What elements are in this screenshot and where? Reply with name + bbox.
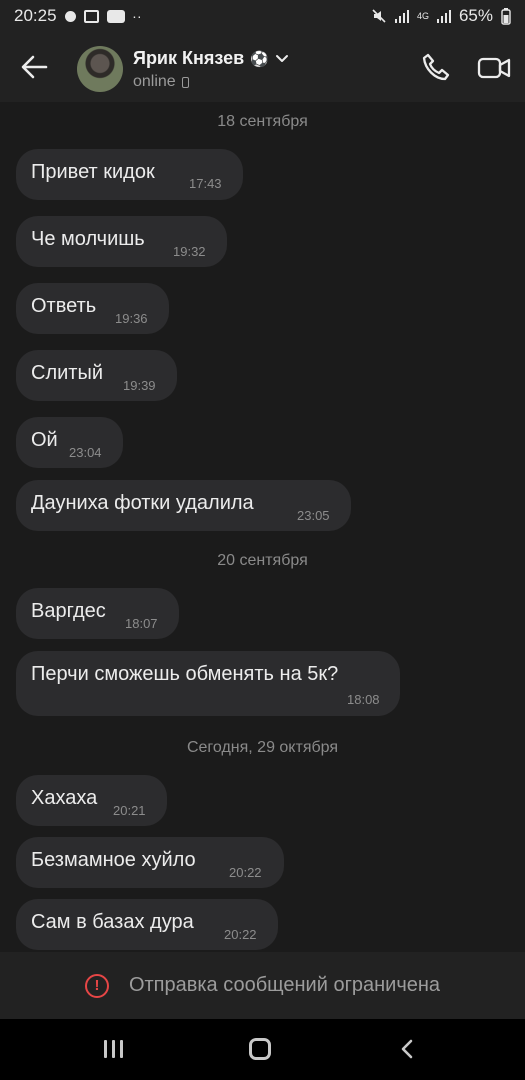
message-bubble[interactable]: Перчи сможешь обменять на 5к? 18:08 xyxy=(16,651,400,716)
message-bubble[interactable]: Ответь 19:36 xyxy=(16,283,169,334)
message-time: 20:22 xyxy=(229,865,262,880)
message-text: Ответь xyxy=(31,295,97,317)
contact-name: Ярик Князев xyxy=(133,48,245,68)
message-time: 18:08 xyxy=(347,692,380,707)
message-bubble[interactable]: Сам в базах дура 20:22 xyxy=(16,899,278,950)
avatar[interactable] xyxy=(77,46,123,92)
message-text: Ой xyxy=(31,429,58,451)
chat-header: Ярик Князев ⚽ online xyxy=(0,32,525,102)
message-text: Хахаха xyxy=(31,787,98,809)
message-time: 19:39 xyxy=(123,378,156,393)
message-bubble[interactable]: Че молчишь 19:32 xyxy=(16,216,227,267)
chat-notification-icon xyxy=(64,10,76,22)
chevron-down-icon[interactable] xyxy=(275,52,289,66)
message-time: 18:07 xyxy=(125,616,158,631)
message-bubble[interactable]: Ой 23:04 xyxy=(16,417,123,468)
message-time: 23:04 xyxy=(69,445,102,460)
contact-status: online xyxy=(133,73,189,91)
badge-icon: ⚽ xyxy=(250,50,269,68)
message-text: Перчи сможешь обменять на 5к? xyxy=(31,663,339,685)
date-separator: Сегодня, 29 октября xyxy=(186,739,339,756)
message-time: 19:32 xyxy=(173,244,206,259)
restriction-text: Отправка сообщений ограничена xyxy=(128,974,441,996)
message-bubble[interactable]: Хахаха 20:21 xyxy=(16,775,167,826)
home-icon[interactable] xyxy=(249,1038,271,1060)
network-type: 4G xyxy=(416,10,429,21)
signal-icon-2 xyxy=(436,9,451,23)
video-camera-icon[interactable] xyxy=(477,54,511,82)
message-text: Варгдес xyxy=(31,600,106,622)
message-time: 20:22 xyxy=(224,927,257,942)
messaging-restricted-bar: ! Отправка сообщений ограничена xyxy=(0,952,525,1019)
signal-icon xyxy=(394,9,409,23)
message-bubble[interactable]: Дауниха фотки удалила 23:05 xyxy=(16,480,351,531)
message-bubble[interactable]: Привет кидок 17:43 xyxy=(16,149,243,200)
message-text: Безмамное хуйло xyxy=(31,849,196,871)
contact-name-row[interactable]: Ярик Князев ⚽ xyxy=(133,48,289,69)
message-bubble[interactable]: Безмамное хуйло 20:22 xyxy=(16,837,284,888)
phone-icon[interactable] xyxy=(420,52,452,84)
message-bubble[interactable]: Слитый 19:39 xyxy=(16,350,177,401)
more-notifications-icon: .. xyxy=(132,5,143,21)
warning-icon: ! xyxy=(84,973,109,998)
message-text: Сам в базах дура xyxy=(31,911,194,933)
youtube-notification-icon xyxy=(106,9,125,23)
date-separator: 18 сентября xyxy=(217,113,308,130)
chevron-left-icon[interactable] xyxy=(399,1038,415,1060)
message-text: Слитый xyxy=(31,362,103,384)
arrow-left-icon[interactable] xyxy=(20,54,48,80)
recents-icon[interactable] xyxy=(104,1040,124,1058)
gallery-notification-icon xyxy=(83,9,99,23)
status-bar: 20:25 .. 4G 65% xyxy=(0,0,525,32)
message-time: 17:43 xyxy=(189,176,222,191)
mobile-device-icon xyxy=(181,76,189,88)
clock: 20:25 xyxy=(14,6,57,25)
message-time: 23:05 xyxy=(297,508,330,523)
mute-icon xyxy=(372,9,386,23)
message-time: 20:21 xyxy=(113,803,146,818)
message-bubble[interactable]: Варгдес 18:07 xyxy=(16,588,179,639)
battery-level: 65% xyxy=(458,6,493,25)
message-text: Че молчишь xyxy=(31,228,145,250)
message-text: Привет кидок xyxy=(31,161,155,183)
message-text: Дауниха фотки удалила xyxy=(31,492,254,514)
system-navigation-bar xyxy=(0,1019,525,1080)
message-list[interactable]: 18 сентября Привет кидок 17:43 Че молчиш… xyxy=(0,102,525,952)
battery-icon xyxy=(501,7,511,25)
status-text: online xyxy=(133,73,176,90)
message-time: 19:36 xyxy=(115,311,148,326)
date-separator: 20 сентября xyxy=(217,552,308,569)
